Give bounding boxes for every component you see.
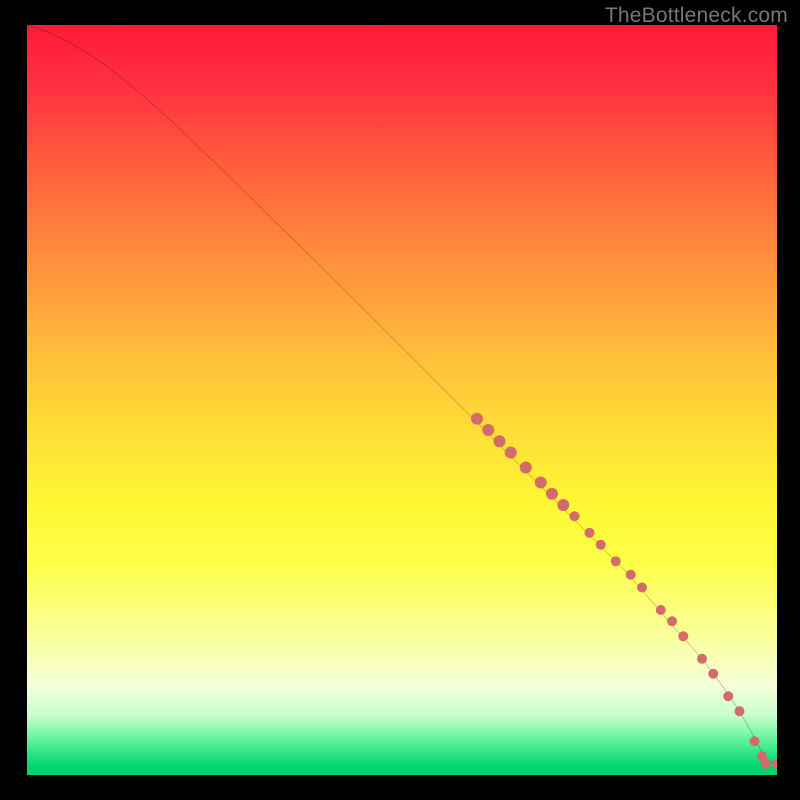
chart-marker	[505, 447, 517, 459]
chart-marker	[656, 605, 666, 615]
chart-curve	[27, 25, 777, 765]
chart-marker	[520, 462, 532, 474]
chart-marker	[734, 706, 744, 716]
chart-marker	[761, 759, 771, 769]
chart-marker	[749, 736, 759, 746]
chart-marker	[611, 556, 621, 566]
chart-frame: TheBottleneck.com	[0, 0, 800, 800]
chart-marker	[667, 616, 677, 626]
chart-marker	[546, 488, 558, 500]
chart-marker	[697, 654, 707, 664]
chart-marker	[482, 424, 494, 436]
chart-marker	[494, 435, 506, 447]
chart-marker	[708, 669, 718, 679]
chart-marker	[471, 413, 483, 425]
chart-marker	[557, 499, 569, 511]
chart-marker	[535, 477, 547, 489]
chart-marker	[723, 691, 733, 701]
chart-marker	[637, 582, 647, 592]
chart-svg-overlay	[27, 25, 777, 775]
chart-plot-area	[27, 25, 777, 775]
chart-marker	[596, 540, 606, 550]
chart-marker-group	[471, 413, 777, 769]
chart-marker	[584, 528, 594, 538]
chart-marker	[569, 511, 579, 521]
chart-marker	[626, 570, 636, 580]
chart-marker	[678, 631, 688, 641]
chart-marker	[772, 759, 777, 769]
